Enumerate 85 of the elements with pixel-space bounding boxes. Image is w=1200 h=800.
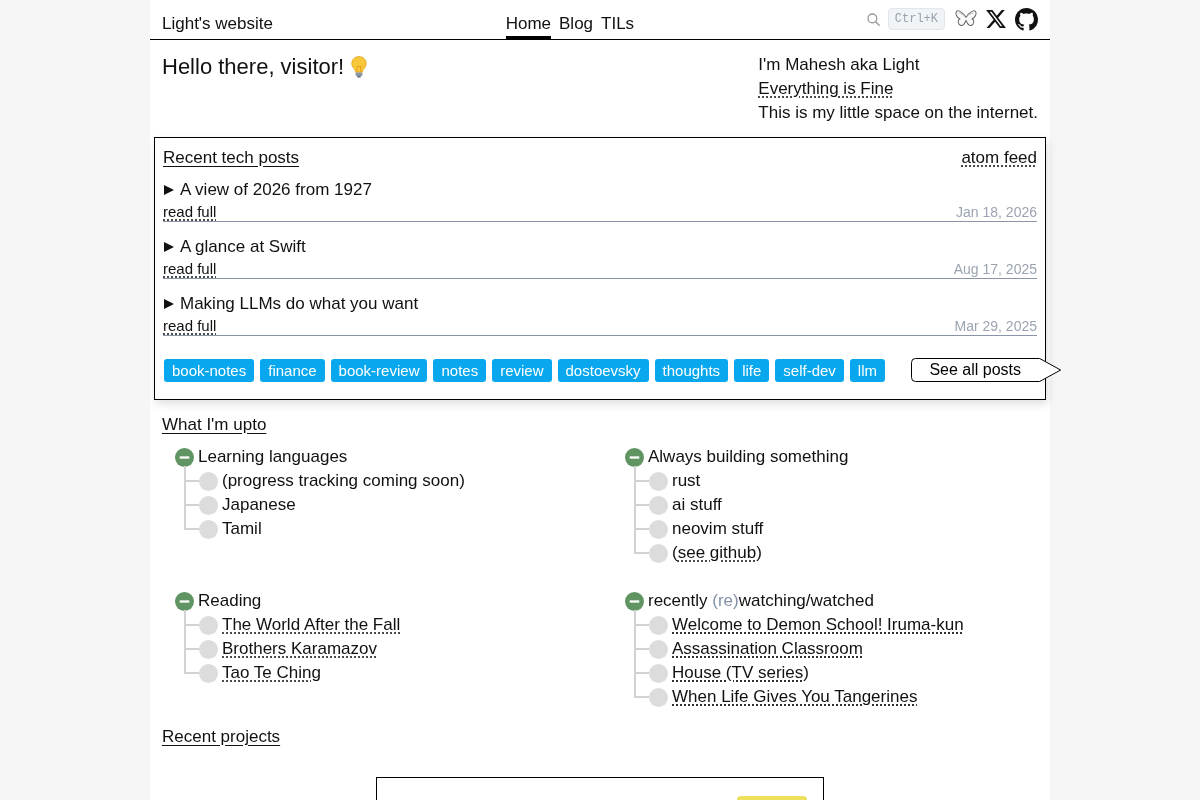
tree-item-link[interactable]: see github: [677, 543, 757, 562]
x-logo-icon[interactable]: [986, 10, 1006, 28]
tree-node-icon: [199, 663, 218, 683]
cat-silhouette-logo-icon[interactable]: [1015, 7, 1038, 31]
tree-trunk-line: [184, 466, 186, 530]
minus-circle-icon[interactable]: [625, 447, 644, 467]
tree-item-link[interactable]: Tao Te Ching: [222, 663, 321, 683]
site-title[interactable]: Light's website: [162, 12, 273, 36]
minus-circle-icon[interactable]: [175, 447, 194, 467]
read-full-link[interactable]: read full: [163, 203, 217, 220]
tree-branch-line: [184, 672, 199, 674]
tree-branch-line: [634, 528, 649, 530]
intro-text: I'm Mahesh aka Light: [758, 54, 920, 76]
tree-node-icon: [649, 519, 668, 539]
tree-node-icon: [649, 495, 668, 515]
tree-item-link[interactable]: When Life Gives You Tangerines: [672, 687, 918, 707]
read-full-link[interactable]: read full: [163, 317, 217, 334]
group-label: Always building something: [648, 447, 849, 467]
tree-branch-line: [184, 648, 199, 650]
tree-branch-line: [634, 672, 649, 674]
tree-node-icon: [649, 615, 668, 635]
tree-node-icon: [199, 639, 218, 659]
tree-trunk-line: [184, 610, 186, 674]
tree-item-text: neovim stuff: [672, 519, 764, 539]
section-heading[interactable]: Recent projects: [162, 725, 281, 749]
post-title[interactable]: Making LLMs do what you want: [180, 292, 419, 316]
tree-node-icon: [649, 543, 668, 563]
tree-node-icon: [649, 687, 668, 707]
feed-link[interactable]: atom feed: [961, 146, 1037, 170]
tree-branch-line: [184, 504, 199, 506]
keyboard-shortcut: Ctrl+K: [887, 8, 945, 30]
group-label: Reading: [198, 591, 262, 611]
tree-branch-line: [184, 624, 199, 626]
search-icon[interactable]: [866, 12, 880, 26]
minus-circle-icon[interactable]: [175, 591, 194, 611]
disclosure-triangle-icon[interactable]: [164, 242, 174, 252]
tree-item-link[interactable]: Brothers Karamazov: [222, 639, 377, 659]
butterfly-icon[interactable]: [955, 9, 977, 29]
post-date: Jan 18, 2026: [956, 203, 1037, 220]
tree-node-icon: [199, 495, 218, 515]
tree-node-icon: [649, 663, 668, 683]
tree-node-icon: [199, 615, 218, 635]
tree-node-icon: [199, 471, 218, 491]
tree-branch-line: [634, 624, 649, 626]
tree-item-text: ai stuff: [672, 495, 722, 515]
tree-item-text: (progress tracking coming soon): [222, 471, 465, 491]
read-full-link[interactable]: read full: [163, 260, 217, 277]
tree-item-text: Japanese: [222, 495, 296, 515]
group-label: recently (re)watching/watched: [648, 591, 874, 611]
tree-branch-line: [634, 648, 649, 650]
disclosure-triangle-icon[interactable]: [164, 185, 174, 195]
section-heading[interactable]: Recent tech posts: [163, 146, 300, 170]
tree-item-link[interactable]: Assassination Classroom: [672, 639, 863, 659]
post-date: Aug 17, 2025: [953, 260, 1037, 277]
group-label: Learning languages: [198, 447, 348, 467]
tree-node-icon: [649, 471, 668, 491]
tree-node-icon: [649, 639, 668, 659]
post-title[interactable]: A glance at Swift: [180, 235, 306, 259]
see-all-posts-button[interactable]: See all posts: [911, 358, 1062, 382]
nav-link[interactable]: TILs: [601, 12, 635, 39]
tree-item-link[interactable]: The World After the Fall: [222, 615, 401, 635]
lightbulb-icon: [351, 56, 368, 78]
post-date: Mar 29, 2025: [954, 317, 1037, 334]
tree-item-link[interactable]: House (TV series): [672, 663, 809, 683]
tree-item-text: (see github): [672, 543, 762, 563]
tree-item-text: rust: [672, 471, 701, 491]
minus-circle-icon[interactable]: [625, 591, 644, 611]
post-title[interactable]: A view of 2026 from 1927: [180, 178, 372, 202]
tree-item-link[interactable]: Welcome to Demon School! Iruma-kun: [672, 615, 964, 635]
tree-node-icon: [199, 519, 218, 539]
tree-branch-line: [184, 480, 199, 482]
tree-branch-line: [634, 504, 649, 506]
tree-branch-line: [634, 552, 649, 554]
section-heading[interactable]: What I'm upto: [162, 413, 267, 437]
intro-text: This is my little space on the internet.: [758, 102, 1038, 124]
tree-item-text: Tamil: [222, 519, 262, 539]
nav-link[interactable]: Home: [505, 12, 551, 39]
greeting-heading: Hello there, visitor!: [162, 53, 345, 81]
intro-link[interactable]: Everything is Fine: [758, 77, 894, 101]
nav-link[interactable]: Blog: [559, 12, 594, 39]
tree-branch-line: [634, 696, 649, 698]
disclosure-triangle-icon[interactable]: [164, 299, 174, 309]
project-card[interactable]: [376, 777, 824, 800]
tree-branch-line: [184, 528, 199, 530]
tree-branch-line: [634, 480, 649, 482]
